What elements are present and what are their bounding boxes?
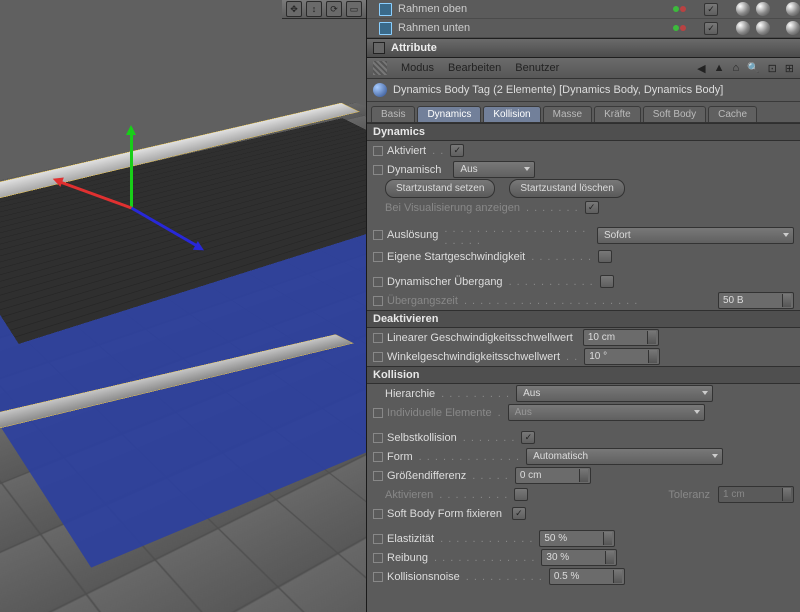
cube-icon xyxy=(379,22,392,35)
cube-icon xyxy=(379,3,392,16)
input-uebergangszeit[interactable]: 50 B xyxy=(718,292,794,309)
select-dynamisch[interactable]: Aus xyxy=(453,161,535,178)
enable-check[interactable]: ✓ xyxy=(704,22,718,35)
attribute-panel: Rahmen oben ✓ Rahmen unten ✓ xyxy=(367,0,800,612)
check-softbody-fix[interactable]: ✓ xyxy=(512,507,526,520)
input-lin-schwellwert[interactable]: 10 cm xyxy=(583,329,659,346)
tree-item-label: Rahmen oben xyxy=(398,3,667,15)
nav-up-icon[interactable]: ▲ xyxy=(714,62,725,74)
label-eigene-start: Eigene Startgeschwindigkeit xyxy=(387,251,525,263)
material-icon[interactable] xyxy=(736,2,750,16)
vp-max-icon[interactable]: ▭ xyxy=(346,1,362,17)
viewport-scene xyxy=(0,18,366,612)
label-kollisionsnoise: Kollisionsnoise xyxy=(387,571,460,583)
label-reibung: Reibung xyxy=(387,552,428,564)
label-elastizitaet: Elastizität xyxy=(387,533,434,545)
select-ausloesung[interactable]: Sofort xyxy=(597,227,794,244)
label-softbody-fix: Soft Body Form fixieren xyxy=(387,508,502,520)
tag-icon[interactable] xyxy=(786,21,800,35)
enable-check[interactable]: ✓ xyxy=(704,3,718,16)
select-form[interactable]: Automatisch xyxy=(526,448,723,465)
tag-row: Dynamics Body Tag (2 Elemente) [Dynamics… xyxy=(367,79,800,102)
tree-item-label: Rahmen unten xyxy=(398,22,667,34)
check-aktivieren[interactable] xyxy=(514,488,528,501)
check-selbstkollision[interactable]: ✓ xyxy=(521,431,535,444)
home-icon[interactable]: ⌂ xyxy=(732,62,739,74)
btn-startzustand-setzen[interactable]: Startzustand setzen xyxy=(385,179,495,198)
object-tree: Rahmen oben ✓ Rahmen unten ✓ xyxy=(367,0,800,38)
dynamics-tag-icon xyxy=(373,83,387,97)
input-elastizitaet[interactable]: 50 % xyxy=(539,530,615,547)
lock-icon[interactable]: ⊡ xyxy=(768,62,777,75)
select-individuelle[interactable]: Aus xyxy=(508,404,705,421)
input-groessendiff[interactable]: 0 cm xyxy=(515,467,591,484)
attribute-body: Dynamics Aktiviert. .✓ DynamischAus Star… xyxy=(367,123,800,612)
new-icon[interactable]: ⊞ xyxy=(785,62,794,75)
attribute-menu: Modus Bearbeiten Benutzer ◀ ▲ ⌂ 🔍 ⊡ ⊞ xyxy=(367,58,800,79)
label-aktivieren: Aktivieren xyxy=(385,489,433,501)
check-bei-visualisierung[interactable]: ✓ xyxy=(585,201,599,214)
tree-row[interactable]: Rahmen unten ✓ xyxy=(367,19,800,38)
vp-zoom-icon[interactable]: ↕ xyxy=(306,1,322,17)
select-hierarchie[interactable]: Aus xyxy=(516,385,713,402)
tag-label: Dynamics Body Tag (2 Elemente) [Dynamics… xyxy=(393,84,723,96)
vp-move-icon[interactable]: ✥ xyxy=(286,1,302,17)
material-icon[interactable] xyxy=(756,2,770,16)
label-uebergangszeit: Übergangszeit xyxy=(387,295,458,307)
label-lin-schwellwert: Linearer Geschwindigkeitsschwellwert xyxy=(387,332,573,344)
label-hierarchie: Hierarchie xyxy=(385,388,435,400)
attribute-tabs: Basis Dynamics Kollision Masse Kräfte So… xyxy=(367,102,800,123)
tab-basis[interactable]: Basis xyxy=(371,106,415,122)
label-individuelle: Individuelle Elemente xyxy=(387,407,492,419)
menu-edit[interactable]: Bearbeiten xyxy=(448,62,501,74)
section-deaktivieren: Deaktivieren xyxy=(367,310,800,328)
check-aktiviert[interactable]: ✓ xyxy=(450,144,464,157)
material-icon[interactable] xyxy=(736,21,750,35)
nav-back-icon[interactable]: ◀ xyxy=(697,62,705,75)
visibility-dots[interactable] xyxy=(673,25,686,31)
viewport-toolbar: ✥ ↕ ⟳ ▭ xyxy=(282,0,366,19)
label-selbstkollision: Selbstkollision xyxy=(387,432,457,444)
check-dyn-uebergang[interactable] xyxy=(600,275,614,288)
tab-softbody[interactable]: Soft Body xyxy=(643,106,706,122)
axis-gizmo[interactable] xyxy=(130,208,132,210)
label-form: Form xyxy=(387,451,413,463)
tab-kraefte[interactable]: Kräfte xyxy=(594,106,641,122)
grip-icon[interactable] xyxy=(373,61,387,75)
label-bei-visualisierung: Bei Visualisierung anzeigen xyxy=(385,202,520,214)
label-dynamisch: Dynamisch xyxy=(387,164,441,176)
input-toleranz[interactable]: 1 cm xyxy=(718,486,794,503)
visibility-dots[interactable] xyxy=(673,6,686,12)
check-eigene-start[interactable] xyxy=(598,250,612,263)
label-aktiviert: Aktiviert xyxy=(387,145,426,157)
vp-rotate-icon[interactable]: ⟳ xyxy=(326,1,342,17)
material-icon[interactable] xyxy=(756,21,770,35)
btn-startzustand-loeschen[interactable]: Startzustand löschen xyxy=(509,179,624,198)
attribute-header: Attribute xyxy=(367,38,800,58)
input-kollisionsnoise[interactable]: 0.5 % xyxy=(549,568,625,585)
label-winkel-schwellwert: Winkelgeschwindigkeitsschwellwert xyxy=(387,351,560,363)
tab-kollision[interactable]: Kollision xyxy=(483,106,540,122)
search-icon[interactable]: 🔍 xyxy=(747,63,759,74)
tab-dynamics[interactable]: Dynamics xyxy=(417,106,481,122)
menu-user[interactable]: Benutzer xyxy=(515,62,559,74)
input-winkel-schwellwert[interactable]: 10 ° xyxy=(584,348,660,365)
section-kollision: Kollision xyxy=(367,366,800,384)
attribute-title: Attribute xyxy=(391,42,437,54)
panel-handle-icon[interactable] xyxy=(373,42,385,54)
tab-cache[interactable]: Cache xyxy=(708,106,757,122)
viewport-3d[interactable]: ✥ ↕ ⟳ ▭ xyxy=(0,0,367,612)
label-toleranz: Toleranz xyxy=(668,489,710,501)
tag-icon[interactable] xyxy=(786,2,800,16)
input-reibung[interactable]: 30 % xyxy=(541,549,617,566)
label-groessendiff: Größendifferenz xyxy=(387,470,466,482)
label-dyn-uebergang: Dynamischer Übergang xyxy=(387,276,503,288)
label-ausloesung: Auslösung xyxy=(387,229,438,241)
tab-masse[interactable]: Masse xyxy=(543,106,592,122)
tree-row[interactable]: Rahmen oben ✓ xyxy=(367,0,800,19)
menu-mode[interactable]: Modus xyxy=(401,62,434,74)
section-dynamics: Dynamics xyxy=(367,123,800,141)
